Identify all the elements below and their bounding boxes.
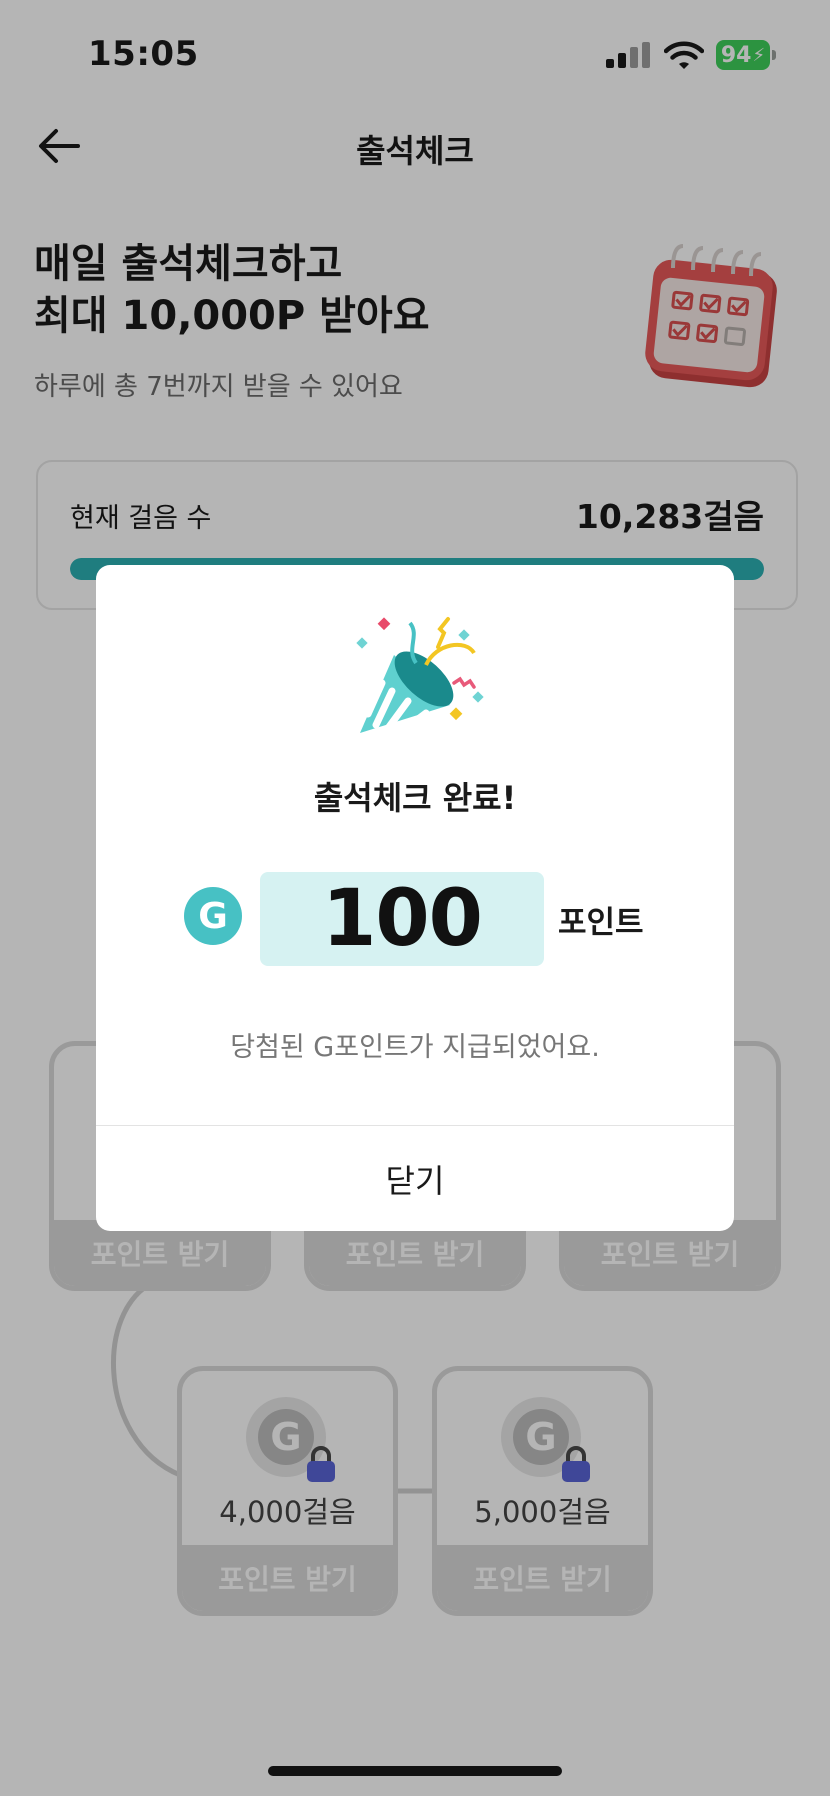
close-button[interactable]: 닫기	[96, 1126, 734, 1231]
points-unit: 포인트	[558, 905, 644, 941]
modal-title: 출석체크 완료!	[313, 779, 517, 817]
g-point-icon: G	[184, 887, 242, 945]
modal-description: 당첨된 G포인트가 지급되었어요.	[230, 1032, 600, 1063]
party-popper-icon	[356, 617, 484, 735]
points-amount: 100	[260, 872, 544, 966]
attendance-complete-modal: 출석체크 완료! G 100 포인트 당첨된 G포인트가 지급되었어요. 닫기	[96, 565, 734, 1231]
home-indicator[interactable]	[268, 1766, 562, 1776]
